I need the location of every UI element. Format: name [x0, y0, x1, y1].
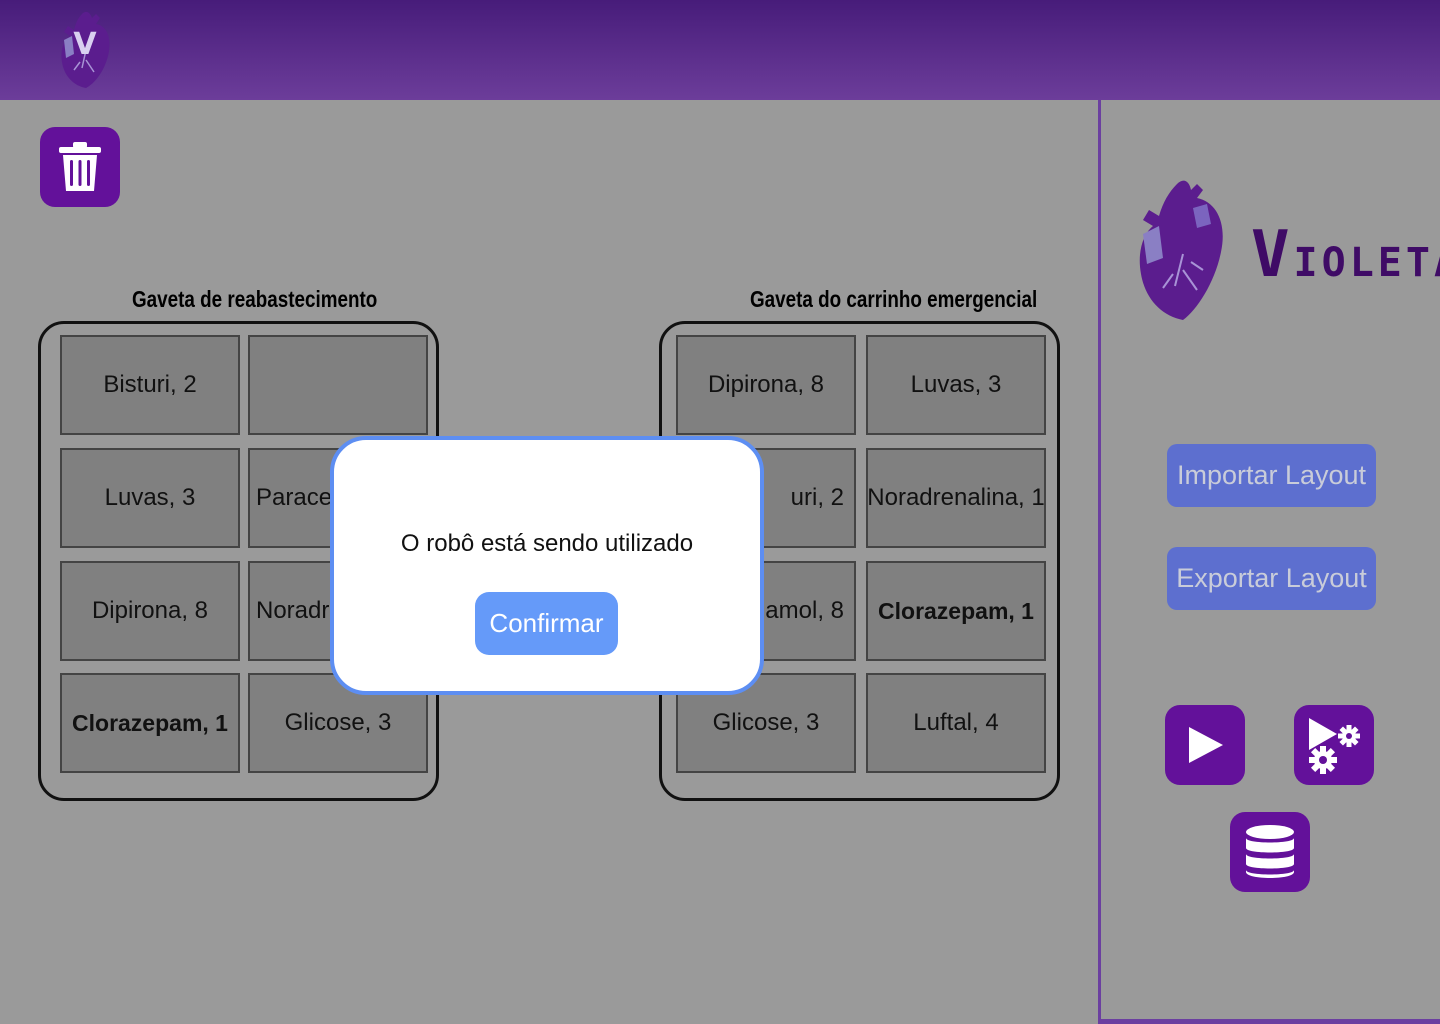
play-settings-button[interactable]	[1294, 705, 1374, 785]
heart-logo-icon: V	[56, 10, 114, 92]
play-button[interactable]	[1165, 705, 1245, 785]
database-icon	[1246, 825, 1294, 878]
export-layout-button[interactable]: Exportar Layout	[1167, 547, 1376, 610]
trash-icon	[59, 142, 101, 191]
database-button[interactable]	[1230, 812, 1310, 892]
dialog-message: O robô está sendo utilizado	[400, 530, 694, 557]
drawer-cell[interactable]: Dipirona, 8	[60, 561, 240, 661]
drawer-cell[interactable]: Dipirona, 8	[676, 335, 856, 435]
brand-initial: V	[1251, 218, 1294, 292]
drawer-cell[interactable]: Noradrenalina, 1	[866, 448, 1046, 548]
sidebar: VIOLETA Importar Layout Exportar Layout	[1098, 100, 1440, 1024]
delete-button[interactable]	[40, 127, 120, 207]
brand-rest: IOLETA	[1293, 240, 1440, 286]
top-bar: V	[0, 0, 1440, 100]
drawer-cell[interactable]: Clorazepam, 1	[60, 673, 240, 773]
drawer-cell[interactable]: Bisturi, 2	[60, 335, 240, 435]
drawer-cell[interactable]: Luvas, 3	[60, 448, 240, 548]
refill-drawer-title: Gaveta de reabastecimento	[132, 286, 378, 312]
drawer-cell[interactable]	[248, 335, 428, 435]
brand-logo: VIOLETA	[1131, 178, 1440, 328]
logo-letter: V	[73, 27, 97, 62]
emergency-drawer-title: Gaveta do carrinho emergencial	[750, 286, 1038, 312]
drawer-cell[interactable]: Clorazepam, 1	[866, 561, 1046, 661]
robot-in-use-dialog: O robô está sendo utilizado Confirmar	[330, 436, 764, 695]
drawer-cell[interactable]: Luftal, 4	[866, 673, 1046, 773]
play-icon	[1189, 727, 1223, 763]
heart-logo-icon	[1139, 180, 1223, 320]
import-layout-button[interactable]: Importar Layout	[1167, 444, 1376, 507]
confirm-button[interactable]: Confirmar	[475, 592, 618, 655]
play-settings-icon	[1309, 718, 1360, 774]
drawer-cell[interactable]: Luvas, 3	[866, 335, 1046, 435]
brand-name: VIOLETA	[1251, 218, 1440, 292]
